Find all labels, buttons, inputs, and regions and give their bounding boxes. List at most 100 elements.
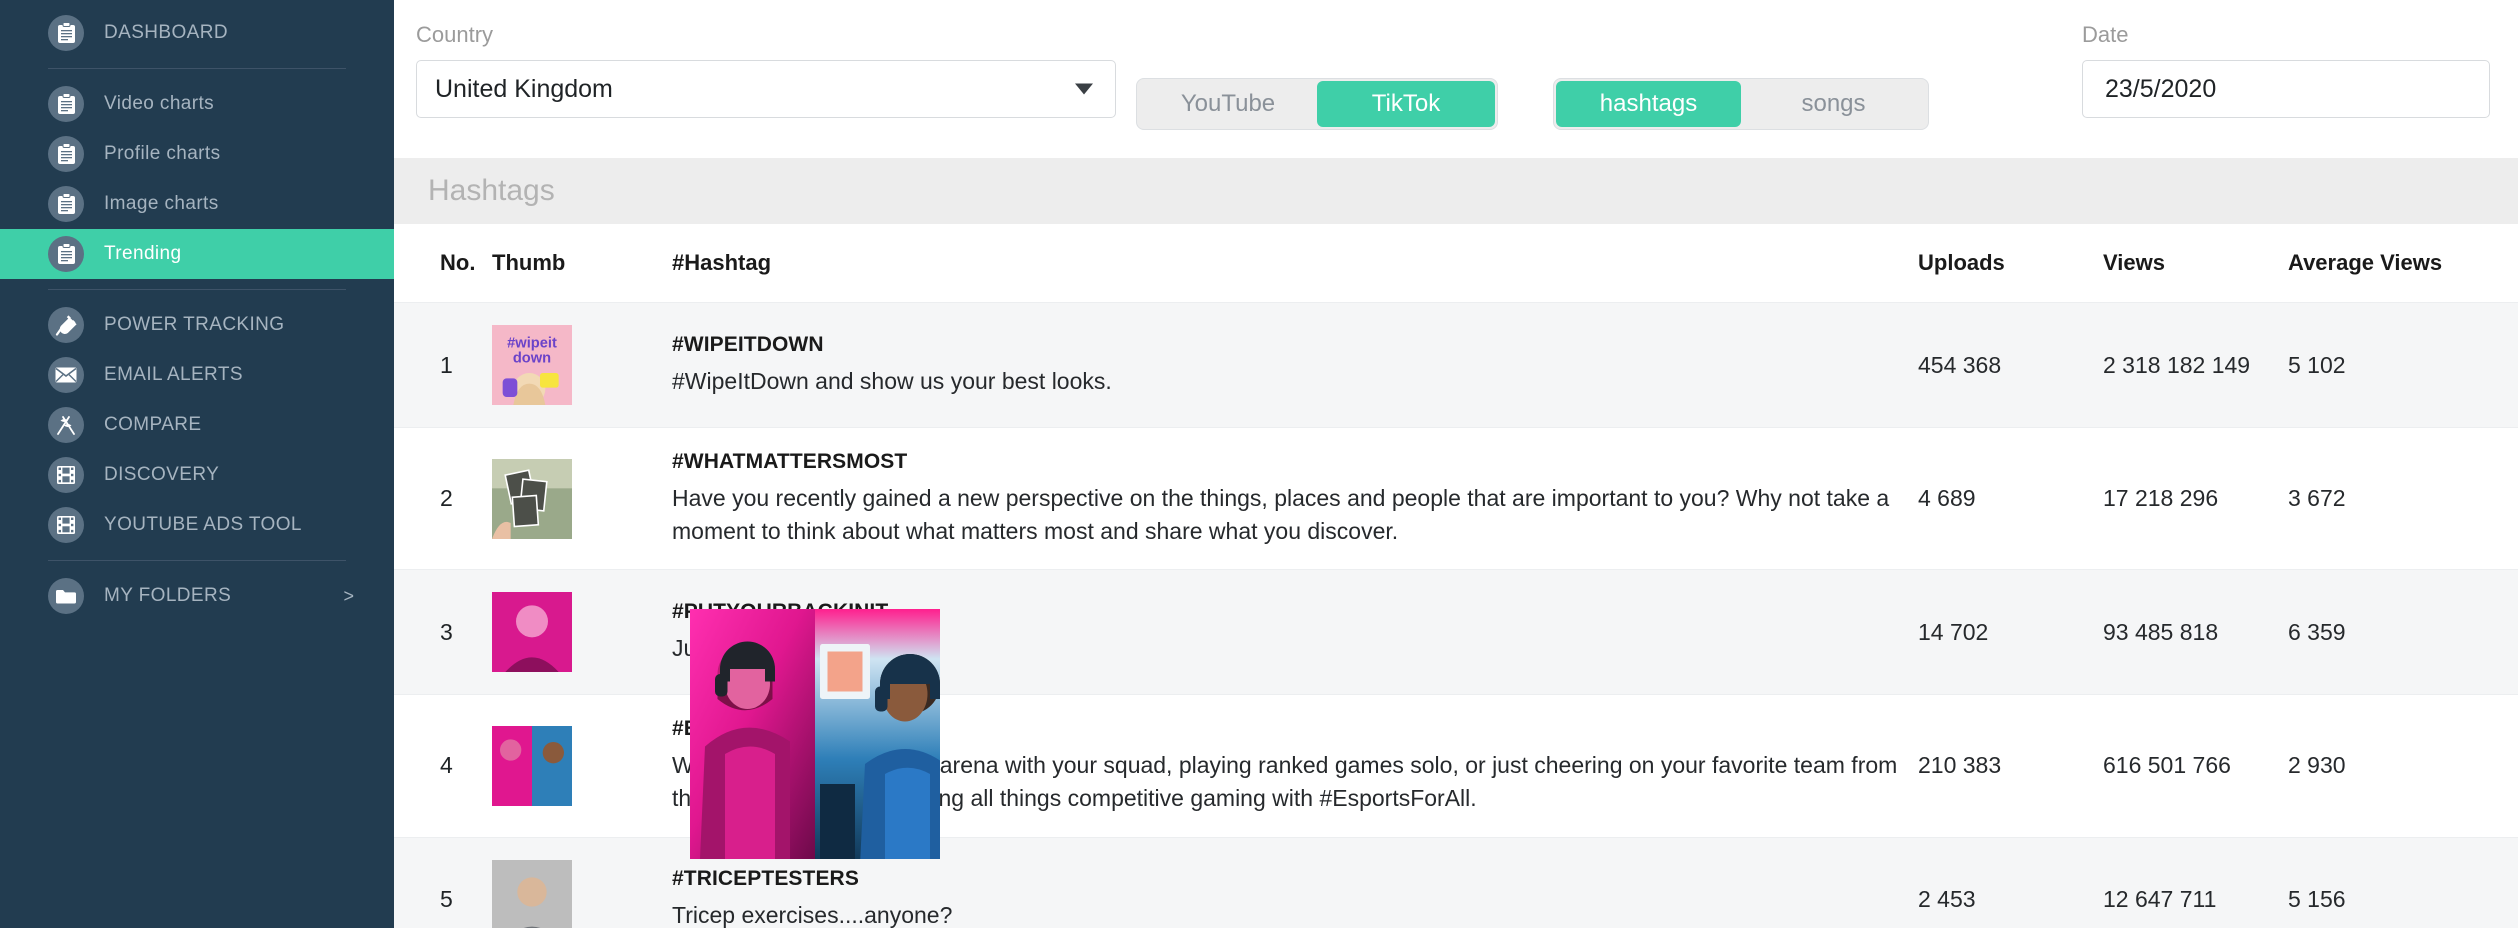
- hashtag-name[interactable]: #ESPORTSFORALL: [672, 717, 1918, 741]
- hashtag-description: Just a little more: [672, 634, 840, 661]
- country-label: Country: [416, 22, 494, 47]
- row-thumbnail-cell[interactable]: [492, 837, 672, 928]
- content-option-hashtags[interactable]: hashtags: [1556, 81, 1741, 127]
- average-views-value: 6 359: [2288, 618, 2346, 645]
- sidebar-item-label: EMAIL ALERTS: [104, 364, 243, 385]
- sidebar-item-label: POWER TRACKING: [104, 314, 285, 335]
- table-header-row: No. Thumb #Hashtag Uploads Views Average…: [394, 224, 2518, 303]
- row-thumbnail-cell[interactable]: [492, 428, 672, 570]
- sidebar-item-my-folders[interactable]: MY FOLDERS >: [0, 571, 394, 621]
- clipboard-icon: [48, 236, 84, 272]
- column-header-views: Views: [2103, 224, 2288, 303]
- uploads-value: 2 453: [1918, 886, 1976, 913]
- sidebar-item-trending[interactable]: Trending: [0, 229, 394, 279]
- row-thumbnail-cell[interactable]: #wipeit down: [492, 303, 672, 428]
- table-row[interactable]: 2 #WHATMATTERSMOST Have you recently gaine…: [394, 427, 2518, 570]
- svg-text:down: down: [513, 350, 551, 366]
- film-icon: [48, 457, 84, 493]
- views-value: 616 501 766: [2103, 752, 2231, 779]
- film-icon: [48, 507, 84, 543]
- clipboard-icon: [48, 136, 84, 172]
- uploads-value: 4 689: [1918, 485, 1976, 512]
- sidebar-item-discovery[interactable]: DISCOVERY: [0, 450, 394, 500]
- sidebar-item-label: Trending: [104, 243, 182, 264]
- chevron-right-icon[interactable]: >: [343, 586, 354, 607]
- sidebar-item-label: COMPARE: [104, 414, 202, 435]
- hashtag-thumbnail-image[interactable]: #wipeit down: [492, 325, 572, 405]
- sidebar-item-label: Video charts: [104, 93, 215, 114]
- filter-bar: Country United Kingdom YouTube TikTok ha…: [394, 0, 2518, 158]
- hashtag-cell: #WHATMATTERSMOST Have you recently gained…: [672, 428, 1918, 570]
- sidebar-item-email-alerts[interactable]: EMAIL ALERTS: [0, 350, 394, 400]
- platform-toggle[interactable]: YouTube TikTok: [1136, 78, 1498, 130]
- row-thumbnail-cell[interactable]: [492, 570, 672, 695]
- hashtag-description: Tricep exercises....anyone?: [672, 902, 953, 928]
- row-number: 3: [440, 618, 453, 645]
- sidebar-item-compare[interactable]: COMPARE: [0, 400, 394, 450]
- hashtag-description: Have you recently gained a new perspecti…: [672, 485, 1890, 544]
- hashtag-name[interactable]: #WHATMATTERSMOST: [672, 450, 1918, 474]
- views-value: 12 647 711: [2103, 886, 2217, 913]
- hashtag-name[interactable]: #TRICEPTESTERS: [672, 867, 1918, 891]
- hashtag-cell: #TRICEPTESTERS Tricep exercises....anyone…: [672, 837, 1918, 928]
- hashtag-name[interactable]: #PUTYOURBACKINIT: [672, 600, 1918, 624]
- sidebar-item-label: YOUTUBE ADS TOOL: [104, 514, 302, 535]
- main-content: Country United Kingdom YouTube TikTok ha…: [394, 0, 2518, 928]
- country-field-group: Country United Kingdom: [416, 0, 1116, 118]
- hashtag-name[interactable]: #WIPEITDOWN: [672, 333, 1918, 357]
- hashtags-table-container: No. Thumb #Hashtag Uploads Views Average…: [394, 224, 2518, 928]
- date-value: 23/5/2020: [2105, 74, 2217, 103]
- content-toggle[interactable]: hashtags songs: [1553, 78, 1929, 130]
- column-header-thumb: Thumb: [492, 224, 672, 303]
- date-field-group: Date 23/5/2020: [2082, 0, 2490, 118]
- sidebar-item-image-charts[interactable]: Image charts: [0, 179, 394, 229]
- column-header-hashtag: #Hashtag: [672, 224, 1918, 303]
- clipboard-icon: [48, 15, 84, 51]
- sidebar-item-youtube-ads-tool[interactable]: YOUTUBE ADS TOOL: [0, 500, 394, 550]
- sidebar-item-profile-charts[interactable]: Profile charts: [0, 129, 394, 179]
- hashtag-thumbnail-image[interactable]: [492, 458, 572, 539]
- envelope-icon: [48, 357, 84, 393]
- average-views-value: 3 672: [2288, 485, 2346, 512]
- uploads-value: 454 368: [1918, 351, 2002, 378]
- table-row[interactable]: 3 #PUTYOURBACKINIT Just a little more 14 70…: [394, 569, 2518, 695]
- table-row[interactable]: 1 #wipeit down #WIPEITDOWN #WipeItDown and s…: [394, 302, 2518, 428]
- hashtag-description: #WipeItDown and show us your best looks.: [672, 367, 1112, 394]
- row-thumbnail-cell[interactable]: [492, 695, 672, 837]
- svg-text:#wipeit: #wipeit: [507, 336, 557, 352]
- hashtag-thumbnail-image[interactable]: [492, 592, 572, 673]
- column-header-uploads: Uploads: [1918, 224, 2103, 303]
- views-value: 17 218 296: [2103, 485, 2219, 512]
- sidebar-item-dashboard[interactable]: DASHBOARD: [0, 8, 394, 58]
- app-root: DASHBOARD Video charts Profile charts Image…: [0, 0, 2518, 928]
- table-body: 1 #wipeit down #WIPEITDOWN #WipeItDown and s…: [394, 302, 2518, 928]
- sidebar-item-video-charts[interactable]: Video charts: [0, 79, 394, 129]
- table-head: No. Thumb #Hashtag Uploads Views Average…: [394, 224, 2518, 303]
- content-toggle-wrap: hashtags songs: [1553, 78, 1929, 130]
- uploads-value: 14 702: [1918, 618, 1989, 645]
- date-input[interactable]: 23/5/2020: [2082, 60, 2490, 118]
- table-row[interactable]: 5 #TRICEPTESTERS Tricep exercises....anyon…: [394, 837, 2518, 928]
- clipboard-icon: [48, 186, 84, 222]
- platform-option-youtube[interactable]: YouTube: [1139, 81, 1317, 127]
- sidebar-item-label: MY FOLDERS: [104, 585, 232, 606]
- platform-toggle-wrap: YouTube TikTok: [1136, 78, 1498, 130]
- hashtag-thumbnail-image[interactable]: [492, 725, 572, 806]
- table-row[interactable]: 4 #ESPORTSFORALL Whether you're hitting th…: [394, 694, 2518, 837]
- hashtag-cell: #ESPORTSFORALL Whether you're hitting the…: [672, 695, 1918, 837]
- sidebar-item-label: DASHBOARD: [104, 22, 228, 43]
- platform-option-tiktok[interactable]: TikTok: [1317, 81, 1495, 127]
- views-value: 2 318 182 149: [2103, 351, 2251, 378]
- content-option-songs[interactable]: songs: [1741, 81, 1926, 127]
- sidebar-item-label: Image charts: [104, 193, 219, 214]
- country-select[interactable]: United Kingdom: [416, 60, 1116, 118]
- clipboard-icon: [48, 86, 84, 122]
- sidebar-divider: [48, 68, 346, 69]
- sidebar-item-power-tracking[interactable]: POWER TRACKING: [0, 300, 394, 350]
- row-number: 2: [440, 485, 453, 512]
- plug-icon: [48, 307, 84, 343]
- column-header-average-views: Average Views: [2288, 224, 2518, 303]
- hashtag-thumbnail-image[interactable]: [492, 859, 572, 928]
- row-number: 4: [440, 752, 453, 779]
- average-views-value: 2 930: [2288, 752, 2346, 779]
